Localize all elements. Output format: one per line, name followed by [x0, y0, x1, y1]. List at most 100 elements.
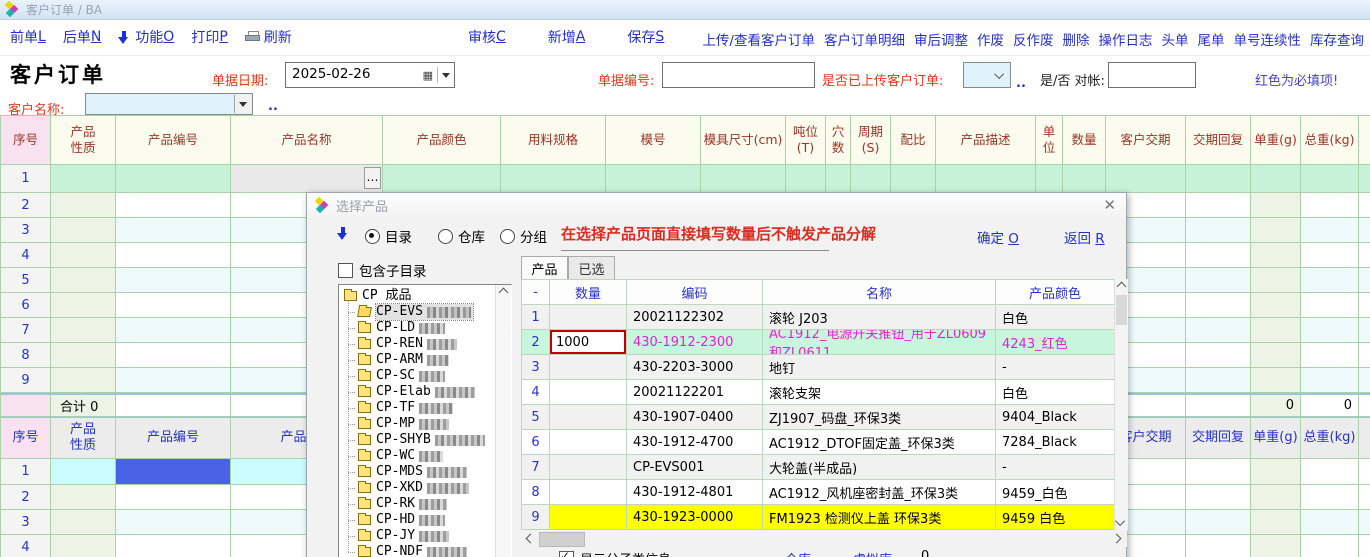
close-icon[interactable]: ✕: [1103, 196, 1116, 214]
print-button[interactable]: 打印P: [191, 27, 227, 47]
scroll-right-icon[interactable]: [1109, 531, 1124, 546]
column-header: 模具尺寸(cm): [701, 115, 786, 165]
calendar-icon[interactable]: ▦: [423, 69, 433, 82]
unvoid-button[interactable]: 反作废: [1013, 29, 1054, 49]
combo-dropdown-button[interactable]: [234, 95, 251, 113]
ok-button[interactable]: 确定 O: [977, 227, 1019, 247]
docno-continuity-button[interactable]: 单号连续性: [1234, 29, 1302, 49]
product-color: -: [996, 455, 1115, 480]
tree-item[interactable]: CP-RK: [356, 496, 511, 512]
qty-cell[interactable]: [550, 355, 627, 380]
product-picker-button[interactable]: …: [364, 167, 381, 189]
order-detail-button[interactable]: 客户订单明细: [824, 29, 905, 49]
tree-scrollbar[interactable]: [495, 285, 511, 557]
date-input[interactable]: 2025-02-26 ▦: [285, 62, 455, 88]
qty-cell[interactable]: [550, 380, 627, 405]
stock-query-button[interactable]: 库存查询: [1310, 29, 1364, 49]
reconcile-input[interactable]: [1108, 62, 1196, 88]
radio-warehouse[interactable]: 仓库: [438, 226, 485, 246]
qty-cell[interactable]: [550, 480, 627, 505]
tree-item[interactable]: CP-WC: [356, 448, 511, 464]
tree-item[interactable]: CP-XKD: [356, 480, 511, 496]
uploaded-combo[interactable]: [963, 62, 1011, 88]
audit-button[interactable]: 审核C: [468, 27, 506, 47]
qty-cell[interactable]: [550, 455, 627, 480]
table-horizontal-scrollbar[interactable]: [521, 530, 1127, 547]
radio-group[interactable]: 分组: [500, 226, 547, 246]
tree-item[interactable]: CP-MP: [356, 416, 511, 432]
show-subclass-checkbox[interactable]: 显示分子类信息: [559, 549, 671, 557]
tree-item[interactable]: CP-EVS: [356, 304, 511, 320]
tree-item[interactable]: CP-JY: [356, 528, 511, 544]
table-row[interactable]: 21000430-1912-2300AC1912_电源开关推钮_用于ZL0609…: [522, 330, 1115, 355]
qty-input[interactable]: 1000: [550, 330, 626, 354]
last-doc-button[interactable]: 尾单: [1198, 29, 1225, 49]
first-doc-button[interactable]: 头单: [1162, 29, 1189, 49]
down-arrow-icon[interactable]: [337, 226, 348, 241]
tree-item[interactable]: CP-HD: [356, 512, 511, 528]
folder-icon: [358, 387, 371, 397]
next-doc-button[interactable]: 后单N: [63, 27, 101, 47]
scroll-thumb[interactable]: [539, 532, 585, 547]
tree-item[interactable]: CP-SC: [356, 368, 511, 384]
table-row[interactable]: 7CP-EVS001大轮盖(半成品)-: [522, 455, 1115, 480]
tab-product[interactable]: 产品: [521, 256, 568, 279]
include-subfolder-checkbox[interactable]: 包含子目录: [338, 260, 427, 280]
uploaded-more-button[interactable]: ..: [1016, 76, 1026, 91]
qty-cell[interactable]: 1000: [550, 330, 627, 355]
customer-more-button[interactable]: ..: [268, 99, 278, 114]
delete-button[interactable]: 删除: [1063, 29, 1090, 49]
tree-root-item[interactable]: CP 成品: [342, 288, 511, 304]
tree-item[interactable]: CP-Elab: [356, 384, 511, 400]
tree-item[interactable]: CP-LD: [356, 320, 511, 336]
table-row[interactable]: 6430-1912-4700AC1912_DTOF固定盖_环保3类7284_Bl…: [522, 430, 1115, 455]
scroll-down-icon[interactable]: [1115, 515, 1128, 530]
scroll-up-icon[interactable]: [1115, 279, 1128, 294]
scroll-left-icon[interactable]: [523, 531, 538, 546]
scroll-up-icon[interactable]: [496, 285, 511, 300]
grid-cell: [1186, 368, 1251, 393]
post-audit-adjust-button[interactable]: 审后调整: [914, 29, 968, 49]
refresh-button[interactable]: 刷新: [245, 27, 292, 47]
qty-cell[interactable]: [550, 405, 627, 430]
table-row[interactable]: 420021122201滚轮支架白色: [522, 380, 1115, 405]
qty-cell[interactable]: [550, 305, 627, 330]
dialog-icon: [315, 198, 330, 213]
tree-item[interactable]: CP-REN: [356, 336, 511, 352]
prev-doc-button[interactable]: 前单L: [10, 27, 46, 47]
table-row[interactable]: 5430-1907-0400ZJ1907_码盘_环保3类9404_Black: [522, 405, 1115, 430]
qty-cell[interactable]: [550, 505, 627, 530]
back-button[interactable]: 返回 R: [1064, 227, 1105, 247]
table-row[interactable]: 120021122302滚轮 J203白色: [522, 305, 1115, 330]
new-button[interactable]: 新增A: [548, 27, 586, 47]
operation-log-button[interactable]: 操作日志: [1099, 29, 1153, 49]
selected-cell[interactable]: [116, 459, 231, 485]
docno-input[interactable]: [662, 62, 815, 88]
table-vertical-scrollbar[interactable]: [1114, 279, 1128, 530]
void-button[interactable]: 作废: [977, 29, 1004, 49]
tree-item[interactable]: CP-TF: [356, 400, 511, 416]
product-code: CP-EVS001: [627, 455, 763, 480]
qty-cell[interactable]: [550, 430, 627, 455]
grid-cell: [1359, 395, 1370, 417]
upload-view-order-button[interactable]: 上传/查看客户订单: [702, 29, 815, 49]
grid-cell: [501, 165, 606, 193]
table-row[interactable]: 1…: [1, 165, 1370, 193]
radio-catalog[interactable]: 目录: [365, 226, 412, 246]
customer-combo[interactable]: [85, 93, 253, 115]
tree-item[interactable]: CP-ARM: [356, 352, 511, 368]
grid-cell: [786, 165, 826, 193]
date-dropdown-icon[interactable]: [442, 73, 450, 78]
tree-item[interactable]: CP-NDF: [356, 544, 511, 557]
save-button[interactable]: 保存S: [627, 27, 664, 47]
tab-selected[interactable]: 已选: [568, 256, 615, 279]
table-row[interactable]: 9430-1923-0000FM1923 检测仪上盖 环保3类9459 白色: [522, 505, 1115, 530]
table-row[interactable]: 8430-1912-4801AC1912_风机座密封盖_环保3类9459_白色: [522, 480, 1115, 505]
table-row[interactable]: 3430-2203-3000地钉-: [522, 355, 1115, 380]
scroll-thumb[interactable]: [1116, 295, 1127, 325]
grid-cell: [1186, 318, 1251, 343]
tree-item[interactable]: CP-SHYB: [356, 432, 511, 448]
app-window: 客户订单 / BA 前单L 后单N 功能O 打印P 刷新 审核C 新增A 保存S…: [0, 0, 1370, 557]
tree-item[interactable]: CP-MDS: [356, 464, 511, 480]
functions-button[interactable]: 功能O: [118, 27, 174, 47]
